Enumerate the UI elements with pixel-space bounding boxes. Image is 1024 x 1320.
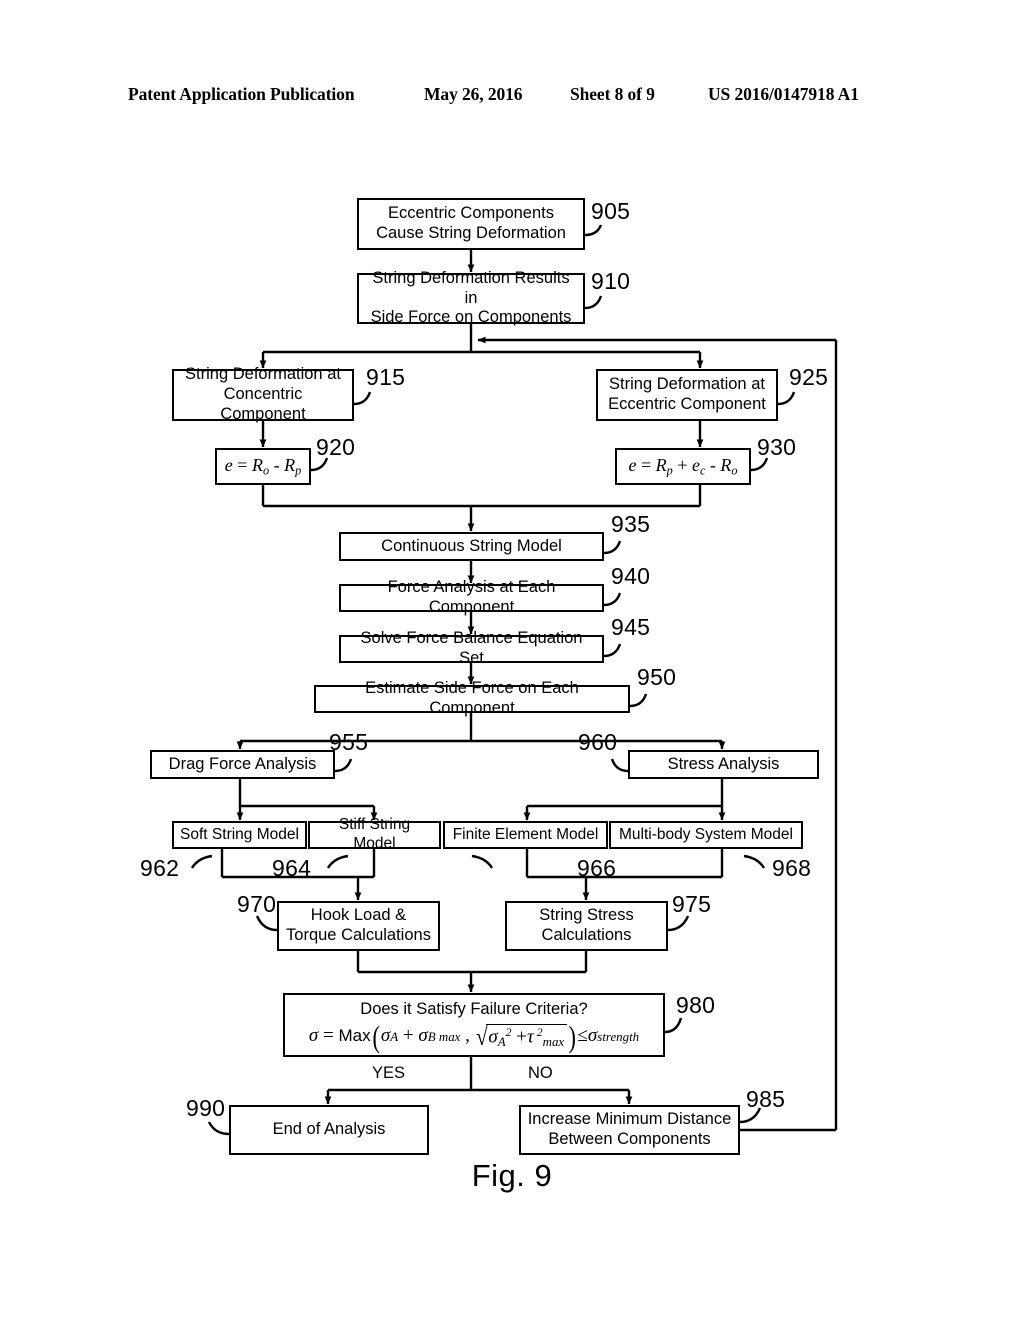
node-940-label: Force Analysis at Each Component (387, 578, 556, 616)
node-940[interactable]: Force Analysis at Each Component (339, 578, 604, 616)
node-985[interactable]: Increase Minimum Distance Between Compon… (519, 1105, 740, 1155)
node-985-label: Increase Minimum Distance Between Compon… (527, 1110, 732, 1148)
ref-910: 910 (591, 268, 631, 294)
node-970[interactable]: Hook Load & Torque Calculations (277, 901, 440, 951)
node-945-label: Solve Force Balance Equation Set (360, 629, 583, 667)
ref-935: 935 (611, 511, 651, 537)
node-910-label: String Deformation Results in Side Force… (370, 268, 572, 327)
node-920[interactable]: e = Ro - Rp (215, 448, 311, 485)
ref-940: 940 (611, 563, 651, 589)
branch-label-yes: YES (372, 1064, 406, 1082)
node-975-label: String Stress Calculations (539, 906, 634, 944)
ref-980: 980 (676, 992, 716, 1018)
node-980[interactable]: Does it Satisfy Failure Criteria? σ = Ma… (283, 993, 665, 1057)
ref-950: 950 (637, 664, 677, 690)
node-960-label: Stress Analysis (667, 754, 780, 773)
ref-930: 930 (757, 434, 797, 460)
ref-905: 905 (591, 198, 631, 224)
figure-caption: Fig. 9 (471, 1158, 553, 1193)
node-950-label: Estimate Side Force on Each Component (365, 679, 579, 717)
node-910[interactable]: String Deformation Results in Side Force… (357, 269, 585, 326)
node-990[interactable]: End of Analysis (229, 1105, 429, 1155)
ref-970: 970 (237, 891, 277, 917)
flowchart-figure: Eccentric Components Cause String Deform… (0, 0, 1024, 1320)
node-990-label: End of Analysis (272, 1120, 386, 1139)
ref-964: 964 (272, 855, 312, 881)
node-975[interactable]: String Stress Calculations (505, 901, 668, 951)
node-930-equation: e = Rp + ec - Ro (628, 454, 738, 478)
node-962[interactable]: Soft String Model (172, 821, 307, 849)
node-925-label: String Deformation at Eccentric Componen… (608, 375, 766, 413)
node-930[interactable]: e = Rp + ec - Ro (615, 448, 751, 485)
node-980-label: Does it Satisfy Failure Criteria? (360, 1000, 588, 1019)
node-964[interactable]: Stiff String Model (308, 816, 441, 852)
node-905-label: Eccentric Components Cause String Deform… (376, 204, 566, 242)
node-966[interactable]: Finite Element Model (443, 821, 608, 849)
node-950[interactable]: Estimate Side Force on Each Component (314, 679, 630, 717)
ref-990: 990 (186, 1095, 226, 1121)
ref-985: 985 (746, 1086, 786, 1112)
node-960[interactable]: Stress Analysis (628, 750, 819, 779)
node-915[interactable]: String Deformation at Concentric Compone… (172, 365, 354, 423)
node-980-equation: σ = Max(σ A + σB max , √ σA2 +τ 2max) ≤ σ str… (308, 1018, 640, 1054)
ref-945: 945 (611, 614, 651, 640)
ref-966: 966 (577, 855, 617, 881)
node-970-label: Hook Load & Torque Calculations (286, 906, 431, 944)
node-955-label: Drag Force Analysis (168, 754, 317, 773)
ref-925: 925 (789, 364, 829, 390)
ref-955: 955 (329, 729, 369, 755)
branch-label-no: NO (528, 1064, 553, 1082)
node-962-label: Soft String Model (180, 825, 299, 843)
ref-975: 975 (672, 891, 712, 917)
ref-968: 968 (772, 855, 812, 881)
node-968-label: Multi-body System Model (618, 825, 793, 843)
node-920-equation: e = Ro - Rp (224, 454, 302, 478)
node-935[interactable]: Continuous String Model (339, 532, 604, 561)
node-905[interactable]: Eccentric Components Cause String Deform… (357, 198, 585, 250)
node-966-label: Finite Element Model (452, 825, 599, 843)
ref-920: 920 (316, 434, 356, 460)
ref-962: 962 (140, 855, 180, 881)
node-935-label: Continuous String Model (381, 536, 562, 555)
node-925[interactable]: String Deformation at Eccentric Componen… (596, 369, 778, 421)
node-915-label: String Deformation at Concentric Compone… (185, 365, 341, 423)
node-968[interactable]: Multi-body System Model (609, 821, 803, 849)
ref-915: 915 (366, 364, 406, 390)
node-964-label: Stiff String Model (338, 816, 411, 852)
ref-960: 960 (578, 729, 618, 755)
node-945[interactable]: Solve Force Balance Equation Set (339, 629, 604, 667)
node-955[interactable]: Drag Force Analysis (150, 750, 335, 779)
